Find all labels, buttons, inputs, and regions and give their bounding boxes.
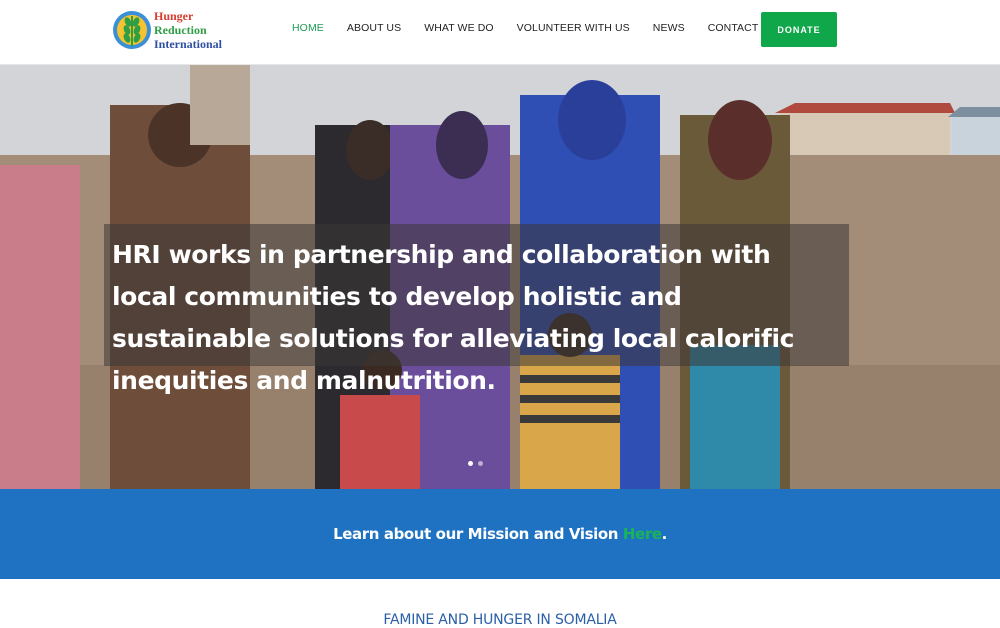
- slider-dots: [468, 461, 483, 466]
- mission-lead-text: Learn about our Mission and Vision: [333, 525, 623, 543]
- mission-banner: Learn about our Mission and Vision Here.: [0, 489, 1000, 579]
- nav-home[interactable]: HOME: [292, 22, 324, 34]
- nav-news[interactable]: NEWS: [653, 22, 685, 34]
- main-nav: HOME ABOUT US WHAT WE DO VOLUNTEER WITH …: [292, 22, 806, 34]
- site-logo[interactable]: Hunger Reduction International: [112, 6, 242, 54]
- brand-line-2: Reduction: [154, 23, 207, 37]
- site-header: Hunger Reduction International HOME ABOU…: [0, 0, 1000, 65]
- brand-line-3: International: [154, 37, 223, 51]
- slider-dot-2[interactable]: [478, 461, 483, 466]
- slider-dot-1[interactable]: [468, 461, 473, 466]
- brand-name: Hunger Reduction International: [154, 9, 222, 51]
- nav-about-us[interactable]: ABOUT US: [347, 22, 401, 34]
- donate-button[interactable]: DONATE: [761, 12, 837, 47]
- nav-volunteer-with-us[interactable]: VOLUNTEER WITH US: [517, 22, 630, 34]
- section-title-famine: FAMINE AND HUNGER IN SOMALIA: [383, 612, 617, 628]
- hero-caption-text: HRI works in partnership and collaborati…: [112, 240, 795, 395]
- hero-slider: HRI works in partnership and collaborati…: [0, 65, 1000, 489]
- mission-text: Learn about our Mission and Vision Here.: [333, 525, 667, 543]
- mission-suffix: .: [661, 525, 668, 543]
- hero-caption: HRI works in partnership and collaborati…: [104, 224, 849, 395]
- nav-what-we-do[interactable]: WHAT WE DO: [424, 22, 493, 34]
- brand-line-1: Hunger: [154, 9, 194, 23]
- mission-here-link[interactable]: Here: [623, 525, 662, 543]
- wheat-logo-icon: [113, 11, 151, 49]
